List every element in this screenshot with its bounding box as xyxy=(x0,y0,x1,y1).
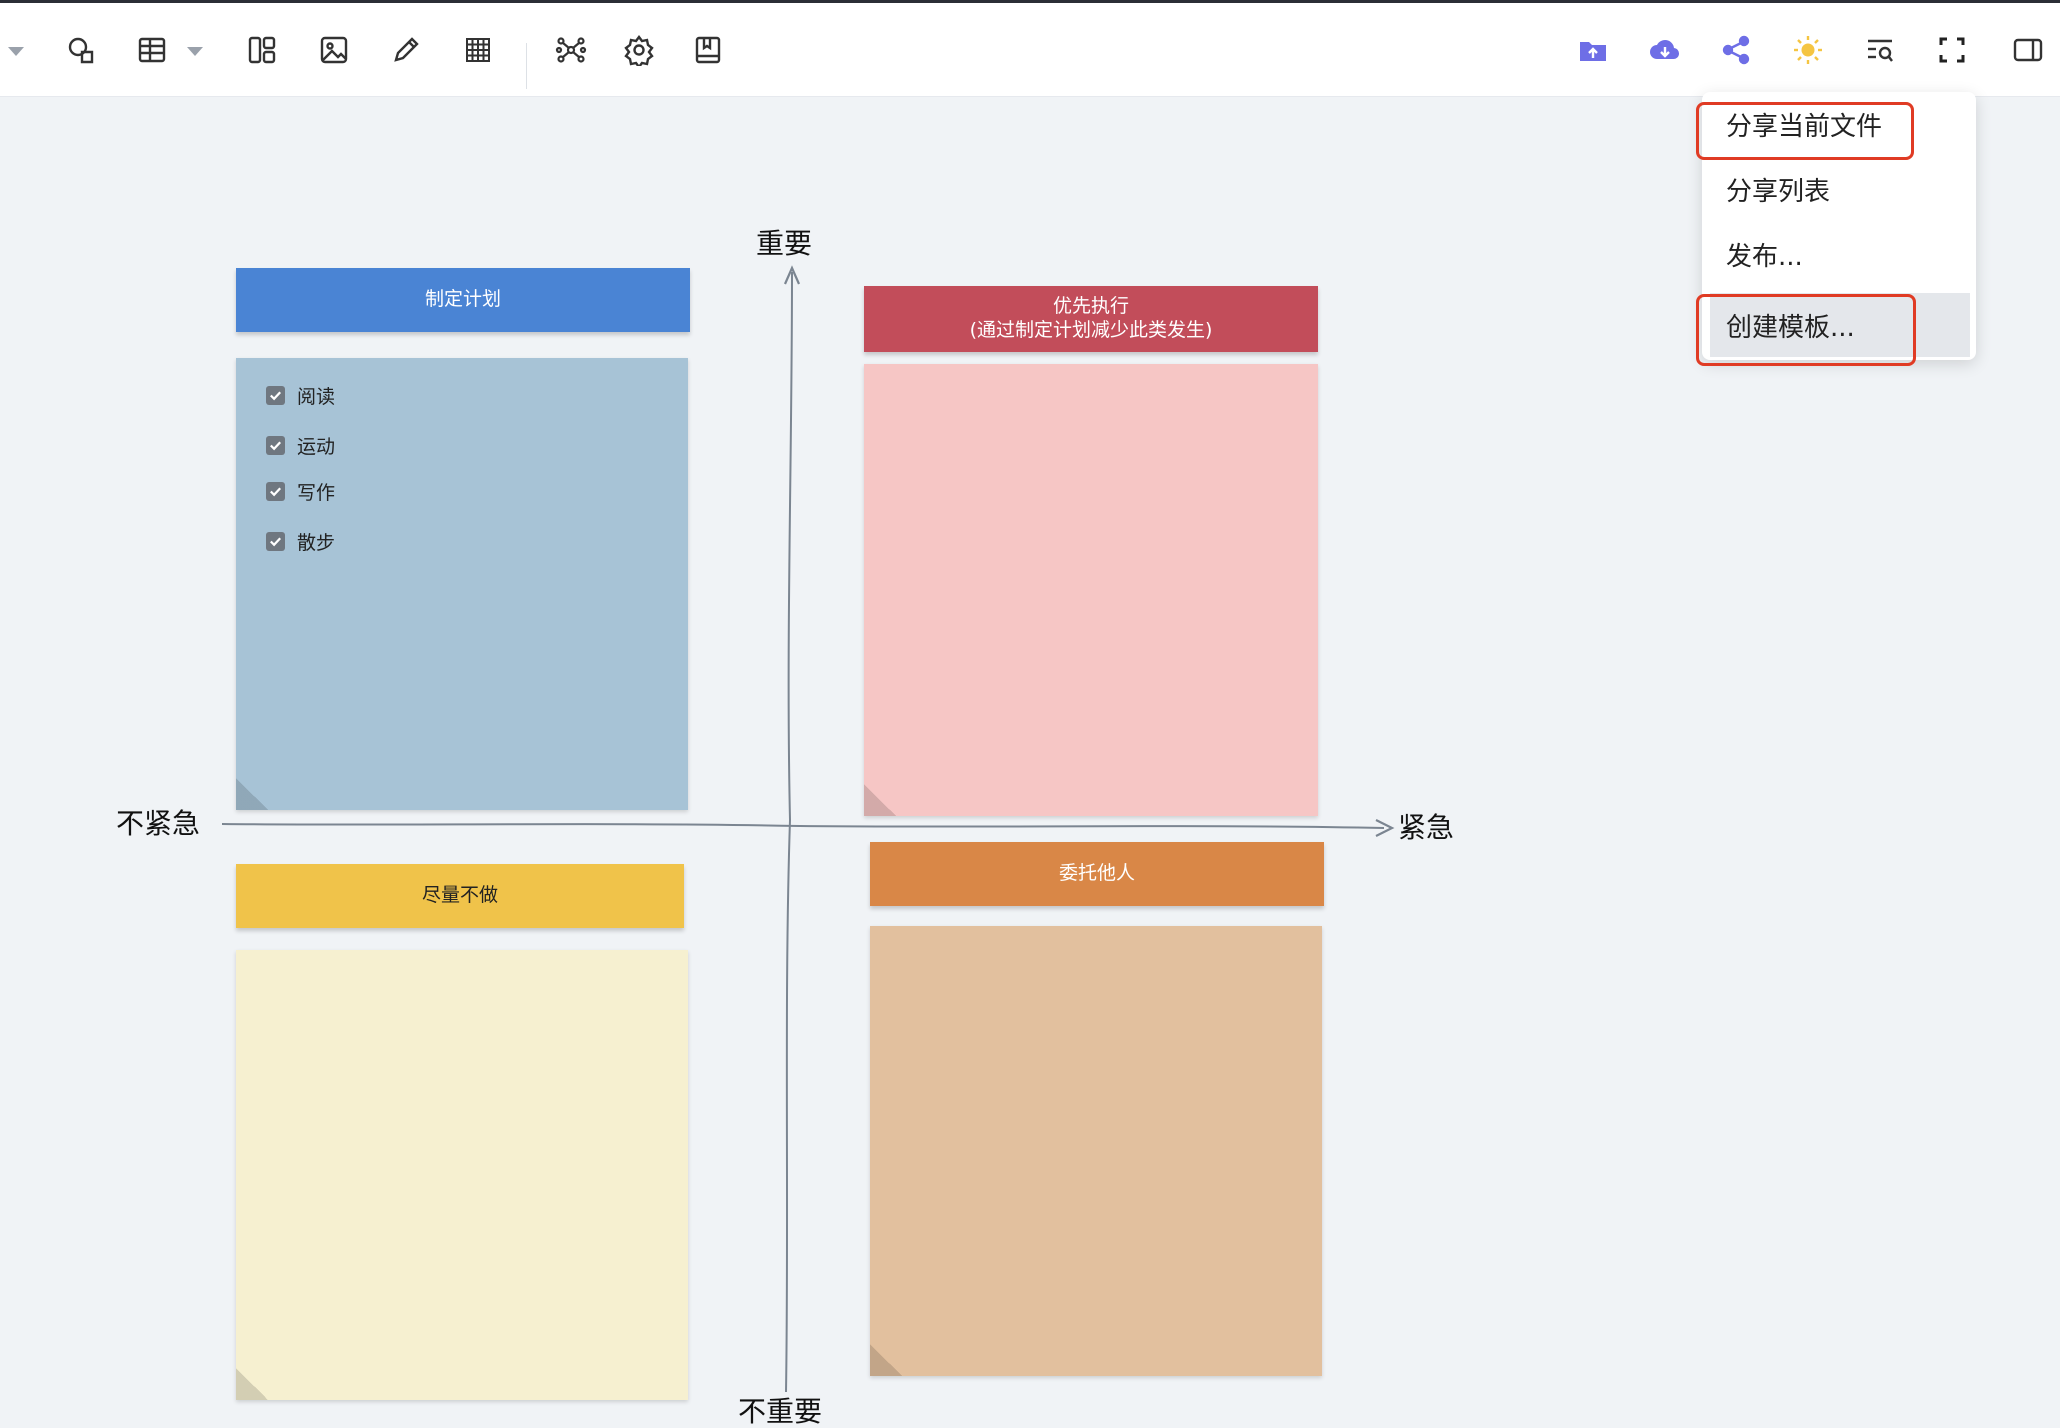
horizontal-axis-line xyxy=(221,823,1385,829)
book-icon[interactable] xyxy=(688,30,728,70)
quadrant-header-delegate[interactable]: 委托他人 xyxy=(870,842,1324,906)
note-fold-corner xyxy=(864,784,896,816)
menu-item-create-template[interactable]: 创建模板... xyxy=(1710,293,1970,357)
search-outline-icon[interactable] xyxy=(1860,30,1900,70)
pencil-icon[interactable] xyxy=(386,30,426,70)
checklist-item-label: 运动 xyxy=(297,436,336,458)
quadrant-note-priority[interactable] xyxy=(864,364,1318,816)
checkbox-checked-icon[interactable] xyxy=(266,436,285,455)
note-fold-corner xyxy=(870,1344,902,1376)
menu-item-share-current-file[interactable]: 分享当前文件 xyxy=(1702,92,1976,156)
sidebar-toggle-icon[interactable] xyxy=(2008,30,2048,70)
fullscreen-icon[interactable] xyxy=(1932,30,1972,70)
axis-label-bottom: 不重要 xyxy=(738,1395,823,1428)
cloud-download-icon[interactable] xyxy=(1644,30,1684,70)
quadrant-title: 优先执行 xyxy=(1052,295,1129,318)
table-icon[interactable] xyxy=(132,30,172,70)
checkbox-checked-icon[interactable] xyxy=(266,482,285,501)
checklist-item-label: 写作 xyxy=(297,482,336,504)
share-icon[interactable] xyxy=(1716,30,1756,70)
quadrant-header-plan[interactable]: 制定计划 xyxy=(236,268,690,332)
note-fold-corner xyxy=(236,1368,268,1400)
axis-label-right: 紧急 xyxy=(1398,811,1455,844)
toolbar xyxy=(0,3,2060,97)
layout-icon[interactable] xyxy=(242,30,282,70)
gear-icon[interactable] xyxy=(619,30,659,70)
vertical-axis-line xyxy=(785,271,793,1393)
quadrant-note-plan[interactable]: 阅读 运动 写作 散步 xyxy=(236,358,688,810)
checklist-item[interactable]: 运动 xyxy=(266,432,335,459)
checklist-item-label: 散步 xyxy=(297,532,336,554)
shape-icon[interactable] xyxy=(61,30,101,70)
checklist-item[interactable]: 散步 xyxy=(266,528,335,555)
upload-folder-icon[interactable] xyxy=(1573,30,1613,70)
axis-label-top: 重要 xyxy=(756,227,813,260)
quadrant-header-priority[interactable]: 优先执行 (通过制定计划减少此类发生) xyxy=(864,286,1318,352)
chevron-down-icon[interactable] xyxy=(8,47,24,56)
checkbox-checked-icon[interactable] xyxy=(266,386,285,405)
quadrant-note-delegate[interactable] xyxy=(870,926,1322,1376)
quadrant-title: 尽量不做 xyxy=(421,884,498,907)
menu-item-share-list[interactable]: 分享列表 xyxy=(1702,157,1976,221)
quadrant-title: 委托他人 xyxy=(1058,862,1135,885)
checklist-item[interactable]: 写作 xyxy=(266,478,335,505)
mindmap-icon[interactable] xyxy=(551,30,591,70)
share-dropdown-menu: 分享当前文件 分享列表 发布... 创建模板... xyxy=(1702,92,1976,360)
toolbar-separator xyxy=(526,43,527,89)
quadrant-header-avoid[interactable]: 尽量不做 xyxy=(236,864,684,928)
quadrant-title: 制定计划 xyxy=(424,288,501,311)
quadrant-subtitle: (通过制定计划减少此类发生) xyxy=(969,319,1213,341)
checklist-item-label: 阅读 xyxy=(297,386,336,408)
axis-label-left: 不紧急 xyxy=(116,807,201,840)
note-fold-corner xyxy=(236,778,268,810)
sun-icon[interactable] xyxy=(1788,30,1828,70)
vertical-axis-arrow xyxy=(783,265,801,285)
horizontal-axis-arrow xyxy=(1375,819,1395,837)
checklist-item[interactable]: 阅读 xyxy=(266,382,335,409)
checkbox-checked-icon[interactable] xyxy=(266,532,285,551)
quadrant-note-avoid[interactable] xyxy=(236,950,688,1400)
image-icon[interactable] xyxy=(314,30,354,70)
menu-item-publish[interactable]: 发布... xyxy=(1702,222,1976,286)
grid-icon[interactable] xyxy=(458,30,498,70)
chevron-down-icon[interactable] xyxy=(187,47,203,56)
